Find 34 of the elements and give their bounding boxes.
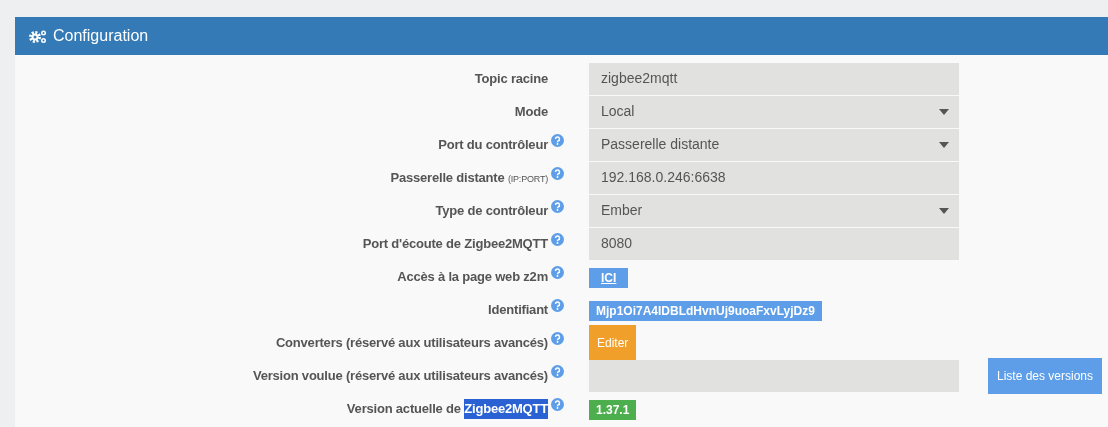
caret-icon	[939, 207, 949, 214]
field-label: Topic racine	[473, 69, 548, 88]
select-dropdown[interactable]: Local	[589, 95, 959, 128]
gears-icon	[29, 28, 48, 44]
field-label: Version voulue (réservé aux utilisateurs avancés)	[251, 366, 548, 385]
help-icon[interactable]	[551, 398, 564, 411]
caret-icon	[939, 141, 949, 148]
caret-icon	[939, 108, 949, 115]
value-tag: Mjp1Oi7A4IDBLdHvnUj9uoaFxvLyjDz9	[589, 300, 822, 321]
help-icon[interactable]	[551, 167, 564, 180]
help-icon[interactable]	[551, 365, 564, 378]
help-icon[interactable]	[551, 200, 564, 213]
value-tag: 1.37.1	[589, 399, 637, 420]
text-field[interactable]: 192.168.0.246:6638	[589, 161, 959, 194]
help-icon[interactable]	[551, 134, 564, 147]
field-label: Converters (réservé aux utilisateurs avancés)	[274, 333, 548, 352]
field-label: Type de contrôleur	[434, 201, 548, 220]
panel-title: Configuration	[53, 26, 149, 46]
help-icon[interactable]	[551, 233, 564, 246]
field-label: Port du contrôleur	[437, 135, 548, 154]
field-label: Identifiant	[487, 300, 548, 319]
field-label: Mode	[513, 102, 548, 121]
help-icon[interactable]	[551, 332, 564, 345]
help-icon[interactable]	[551, 266, 564, 279]
text-field[interactable]	[589, 359, 959, 392]
text-field[interactable]: 8080	[589, 227, 959, 260]
help-icon[interactable]	[551, 299, 564, 312]
field-label: Version actuelle de Zigbee2MQTT	[15, 398, 548, 419]
field-label: Port d'écoute de Zigbee2MQTT	[361, 234, 548, 253]
text-field[interactable]: zigbee2mqtt	[589, 62, 959, 95]
field-label: Accès à la page web z2m	[396, 267, 548, 286]
select-dropdown[interactable]: Passerelle distante	[589, 128, 959, 161]
select-dropdown[interactable]: Ember	[589, 194, 959, 227]
field-label: Passerelle distante (IP:PORT)	[389, 168, 548, 187]
